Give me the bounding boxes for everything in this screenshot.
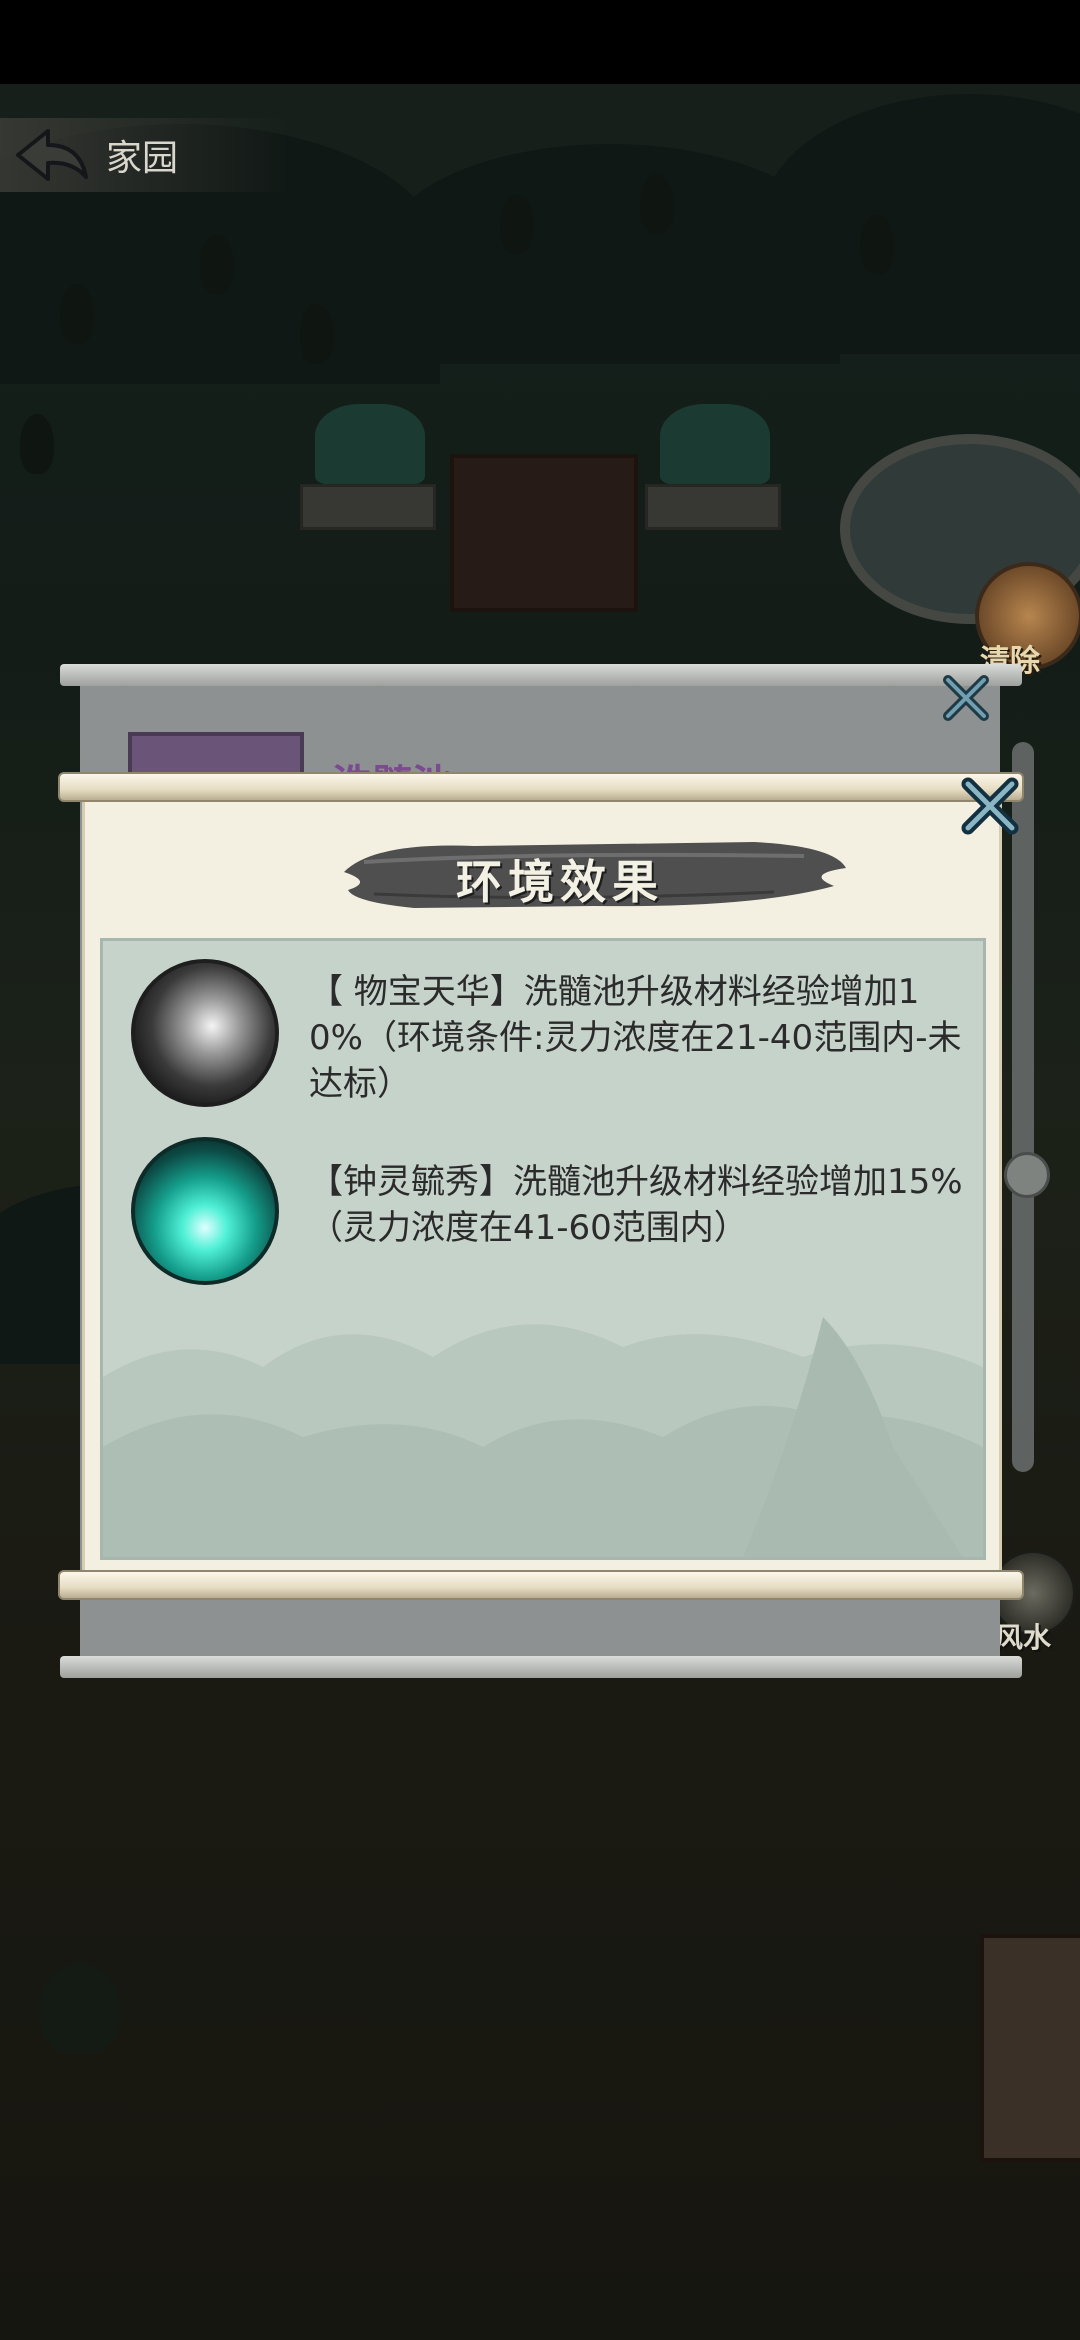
status-bar bbox=[0, 0, 1080, 84]
teal-spirit-flame-icon bbox=[131, 1137, 279, 1285]
scrollbar-track[interactable] bbox=[1012, 742, 1034, 1472]
close-icon[interactable] bbox=[958, 776, 1022, 836]
silver-swirl-icon bbox=[131, 959, 279, 1107]
underlying-close-icon[interactable] bbox=[940, 672, 992, 724]
underlying-dialog-bottom-rod bbox=[60, 1656, 1022, 1678]
underlying-dialog-top-rod bbox=[60, 664, 1022, 686]
back-button[interactable] bbox=[12, 123, 92, 187]
effect-item: 【 物宝天华】洗髓池升级材料经验增加10%（环境条件:灵力浓度在21-40范围内… bbox=[103, 959, 983, 1107]
effect-description: 【 物宝天华】洗髓池升级材料经验增加10%（环境条件:灵力浓度在21-40范围内… bbox=[309, 972, 962, 1104]
fengshui-button-label: 风水 bbox=[995, 1621, 1052, 1654]
dialog-title: 环境效果 bbox=[456, 855, 664, 909]
effects-list-panel: 【 物宝天华】洗髓池升级材料经验增加10%（环境条件:灵力浓度在21-40范围内… bbox=[100, 938, 986, 1560]
scroll-top-rod bbox=[58, 772, 1024, 802]
scrollbar-thumb[interactable] bbox=[1004, 1152, 1050, 1198]
page-title: 家园 bbox=[106, 138, 179, 179]
top-nav-bar: 家园 bbox=[0, 118, 290, 192]
scroll-bottom-rod bbox=[58, 1570, 1024, 1600]
back-arrow-icon bbox=[16, 129, 88, 181]
effect-item: 【钟灵毓秀】洗髓池升级材料经验增加15%（灵力浓度在41-60范围内） bbox=[103, 1137, 983, 1285]
effect-description: 【钟灵毓秀】洗髓池升级材料经验增加15%（灵力浓度在41-60范围内） bbox=[309, 1162, 963, 1248]
